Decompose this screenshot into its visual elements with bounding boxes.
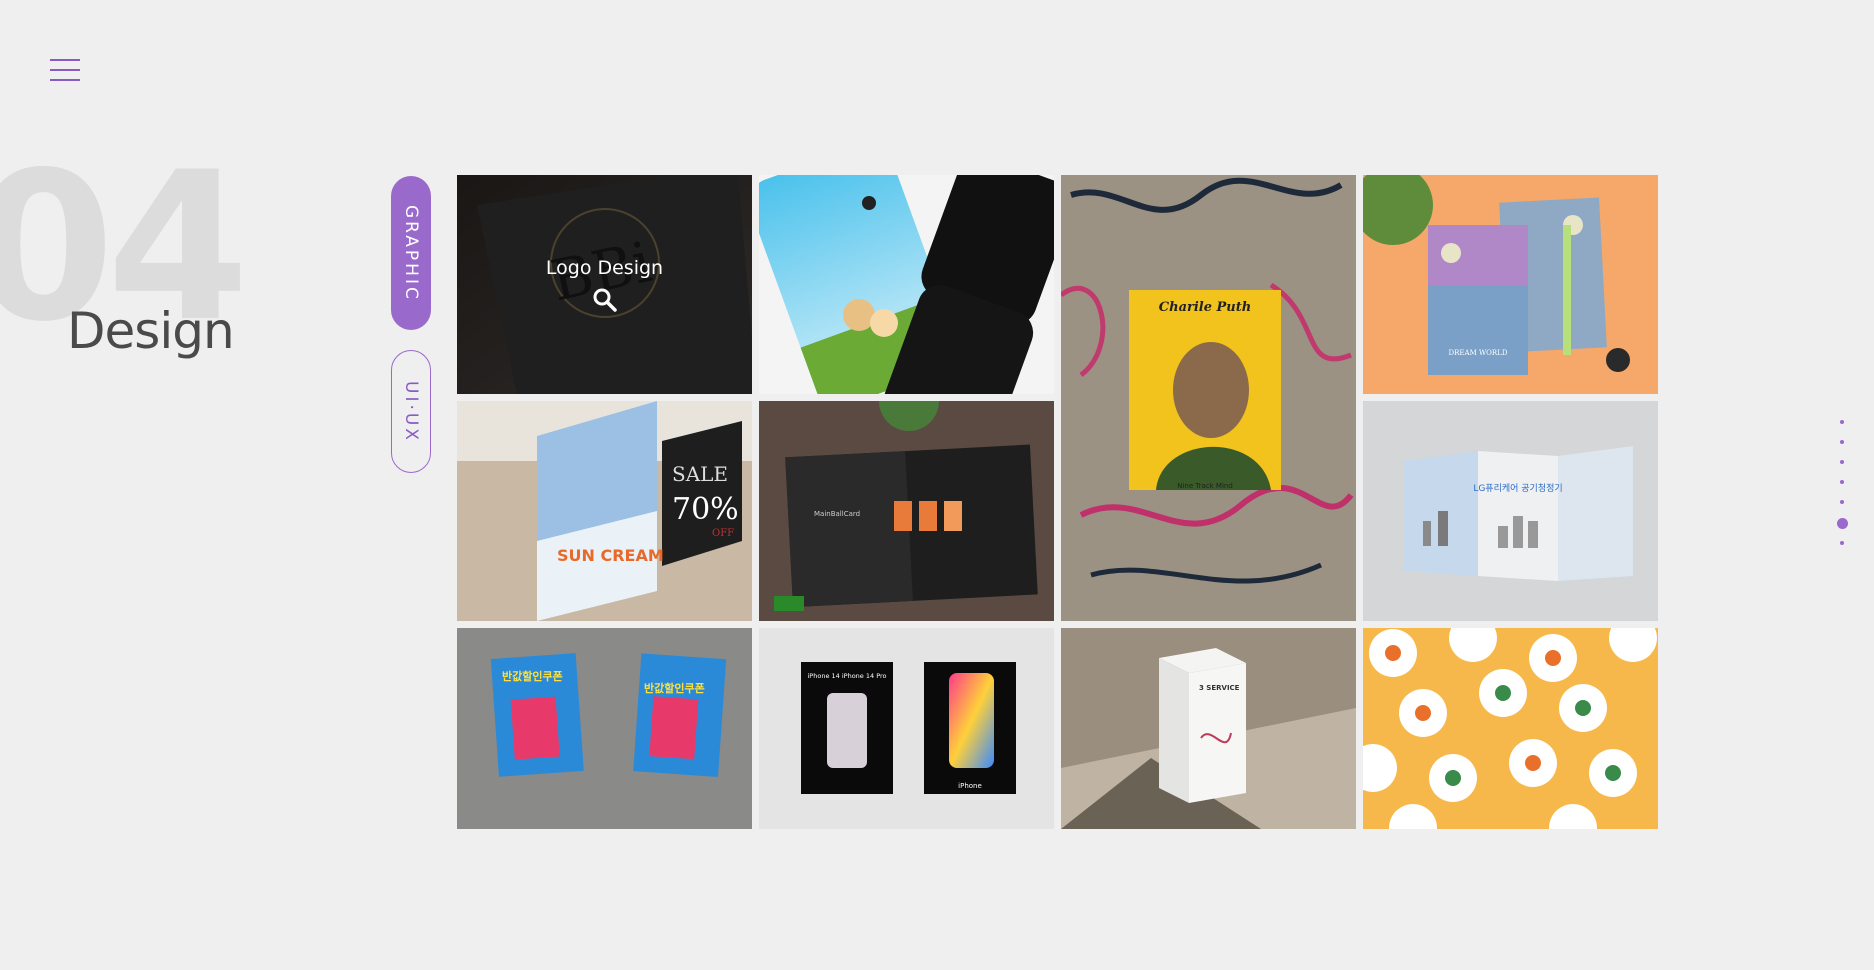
overlay-label: Logo Design xyxy=(545,256,664,279)
product-box-image: 3 SERVICE xyxy=(1061,628,1356,829)
lg-brochure-image: LG퓨리케어 공기청정기 xyxy=(1363,401,1658,621)
brochure-image: MainBallCard xyxy=(759,401,1054,621)
portfolio-item-lg-brochure[interactable]: LG퓨리케어 공기청정기 xyxy=(1363,401,1658,621)
page-dot-4[interactable] xyxy=(1840,480,1844,484)
svg-text:OFF: OFF xyxy=(712,528,734,539)
tab-graphic[interactable]: GRAPHIC xyxy=(391,176,431,330)
svg-text:iPhone: iPhone xyxy=(958,782,982,790)
sun-cream-banner-image: SUN CREAM SALE 70% OFF xyxy=(457,401,752,621)
page-dot-3[interactable] xyxy=(1840,460,1844,464)
svg-text:DREAM WORLD: DREAM WORLD xyxy=(1449,349,1508,357)
svg-text:70%: 70% xyxy=(672,492,739,527)
portfolio-item-phone-case[interactable] xyxy=(759,175,1054,394)
sticker-pattern-image xyxy=(1363,628,1658,829)
svg-text:SUN CREAM: SUN CREAM xyxy=(557,546,664,565)
iphone-poster-image: iPhone 14 iPhone 14 Pro iPhone xyxy=(759,628,1054,829)
svg-text:반값할인쿠폰: 반값할인쿠폰 xyxy=(502,669,563,683)
page-dot-7[interactable] xyxy=(1840,541,1844,545)
graffiti-wall-image: Charile Puth Nine Track Mind xyxy=(1061,175,1356,621)
tab-ui-ux[interactable]: UI·UX xyxy=(391,350,431,473)
portfolio-item-logo-design[interactable]: BBi Logo Design xyxy=(457,175,752,394)
tab-ui-ux-label: UI·UX xyxy=(401,380,421,443)
tab-graphic-label: GRAPHIC xyxy=(401,204,421,302)
page-dot-5[interactable] xyxy=(1840,500,1844,504)
svg-text:3 SERVICE: 3 SERVICE xyxy=(1199,684,1240,692)
portfolio-item-brochure[interactable]: MainBallCard xyxy=(759,401,1054,621)
portfolio-item-sun-cream-banner[interactable]: SUN CREAM SALE 70% OFF xyxy=(457,401,752,621)
svg-text:iPhone 14 iPhone 14 Pro: iPhone 14 iPhone 14 Pro xyxy=(808,672,887,680)
section-title: Design xyxy=(67,302,235,360)
phone-case-image xyxy=(759,175,1054,394)
svg-text:MainBallCard: MainBallCard xyxy=(814,510,860,518)
portfolio-grid: BBi Logo Design Charile Puth Nine Track … xyxy=(457,175,1658,829)
portfolio-item-product-box[interactable]: 3 SERVICE xyxy=(1061,628,1356,829)
svg-text:Charile Puth: Charile Puth xyxy=(1159,300,1251,315)
page-dot-2[interactable] xyxy=(1840,440,1844,444)
search-icon[interactable] xyxy=(592,287,618,313)
dream-world-image: DREAM WORLD xyxy=(1363,175,1658,394)
portfolio-item-dream-world[interactable]: DREAM WORLD xyxy=(1363,175,1658,394)
portfolio-item-iphone-poster[interactable]: iPhone 14 iPhone 14 Pro iPhone xyxy=(759,628,1054,829)
page-dot-6-active[interactable] xyxy=(1837,518,1848,529)
svg-text:반값할인쿠폰: 반값할인쿠폰 xyxy=(644,681,705,695)
svg-text:SALE: SALE xyxy=(672,462,728,486)
portfolio-item-sticker-pattern[interactable] xyxy=(1363,628,1658,829)
hamburger-menu-icon[interactable] xyxy=(50,58,80,84)
portfolio-item-coupon-poster[interactable]: 반값할인쿠폰 반값할인쿠폰 xyxy=(457,628,752,829)
page-dot-1[interactable] xyxy=(1840,420,1844,424)
svg-text:LG퓨리케어 공기청정기: LG퓨리케어 공기청정기 xyxy=(1473,483,1562,494)
hover-overlay: Logo Design xyxy=(457,175,752,394)
coupon-poster-image: 반값할인쿠폰 반값할인쿠폰 xyxy=(457,628,752,829)
svg-text:Nine Track Mind: Nine Track Mind xyxy=(1177,482,1233,490)
portfolio-item-music-poster[interactable]: Charile Puth Nine Track Mind xyxy=(1061,175,1356,621)
